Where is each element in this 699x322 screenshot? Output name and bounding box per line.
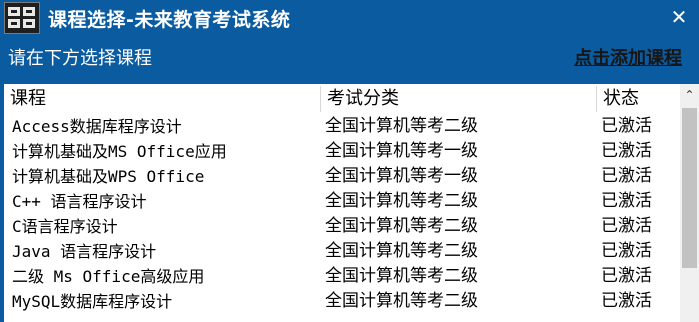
toolbar: 请在下方选择课程 点击添加课程 <box>0 36 699 78</box>
instruction-text: 请在下方选择课程 <box>8 48 152 69</box>
window-title: 课程选择-未来教育考试系统 <box>48 9 291 31</box>
course-name: C语言程序设计 <box>12 217 118 236</box>
exam-category: 全国计算机等考二级 <box>325 241 478 261</box>
close-button[interactable]: ✕ <box>665 3 693 31</box>
list-row[interactable]: 计算机基础及WPS Office 全国计算机等考一级 已激活 <box>4 164 680 189</box>
list-row[interactable]: Access数据库程序设计 全国计算机等考二级 已激活 <box>4 114 680 139</box>
list-row[interactable]: 二级 Ms Office高级应用 全国计算机等考二级 已激活 <box>4 264 680 289</box>
status-text: 已激活 <box>601 266 652 286</box>
exam-category: 全国计算机等考一级 <box>325 166 478 186</box>
status-text: 已激活 <box>601 166 652 186</box>
title-bar: 课程选择-未来教育考试系统 ✕ <box>0 0 699 36</box>
exam-category: 全国计算机等考二级 <box>325 116 478 136</box>
course-name: 计算机基础及MS Office应用 <box>12 142 227 161</box>
exam-category: 全国计算机等考二级 <box>325 216 478 236</box>
status-text: 已激活 <box>601 241 652 261</box>
status-text: 已激活 <box>601 141 652 161</box>
course-list: 课程 考试分类 状态 Access数据库程序设计 全国计算机等考二级 已激活 计… <box>4 84 699 322</box>
course-name: Access数据库程序设计 <box>12 117 182 136</box>
vertical-scrollbar[interactable]: ⌃ <box>680 84 699 322</box>
scroll-thumb[interactable] <box>682 108 697 268</box>
course-name: MySQL数据库程序设计 <box>12 292 173 311</box>
exam-category: 全国计算机等考一级 <box>325 141 478 161</box>
column-header-status[interactable]: 状态 <box>597 84 680 114</box>
course-name: C++ 语言程序设计 <box>12 192 147 211</box>
exam-category: 全国计算机等考二级 <box>325 191 478 211</box>
list-row[interactable]: Java 语言程序设计 全国计算机等考二级 已激活 <box>4 239 680 264</box>
course-name: 计算机基础及WPS Office <box>12 167 205 186</box>
list-header: 课程 考试分类 状态 <box>4 84 680 114</box>
list-row[interactable]: 计算机基础及MS Office应用 全国计算机等考一级 已激活 <box>4 139 680 164</box>
list-row[interactable]: C语言程序设计 全国计算机等考二级 已激活 <box>4 214 680 239</box>
exam-category: 全国计算机等考二级 <box>325 291 478 311</box>
column-header-course[interactable]: 课程 <box>4 84 320 114</box>
list-row[interactable]: C++ 语言程序设计 全国计算机等考二级 已激活 <box>4 189 680 214</box>
list-row[interactable]: MySQL数据库程序设计 全国计算机等考二级 已激活 <box>4 289 680 314</box>
status-text: 已激活 <box>601 216 652 236</box>
add-course-link[interactable]: 点击添加课程 <box>574 44 682 70</box>
column-header-category[interactable]: 考试分类 <box>321 84 596 114</box>
app-logo-icon <box>4 2 40 34</box>
course-name: Java 语言程序设计 <box>12 242 157 261</box>
scroll-up-arrow-icon[interactable]: ⌃ <box>680 84 699 106</box>
status-text: 已激活 <box>601 191 652 211</box>
status-text: 已激活 <box>601 291 652 311</box>
list-rows: Access数据库程序设计 全国计算机等考二级 已激活 计算机基础及MS Off… <box>4 114 680 314</box>
course-name: 二级 Ms Office高级应用 <box>12 267 205 286</box>
status-text: 已激活 <box>601 116 652 136</box>
exam-category: 全国计算机等考二级 <box>325 266 478 286</box>
